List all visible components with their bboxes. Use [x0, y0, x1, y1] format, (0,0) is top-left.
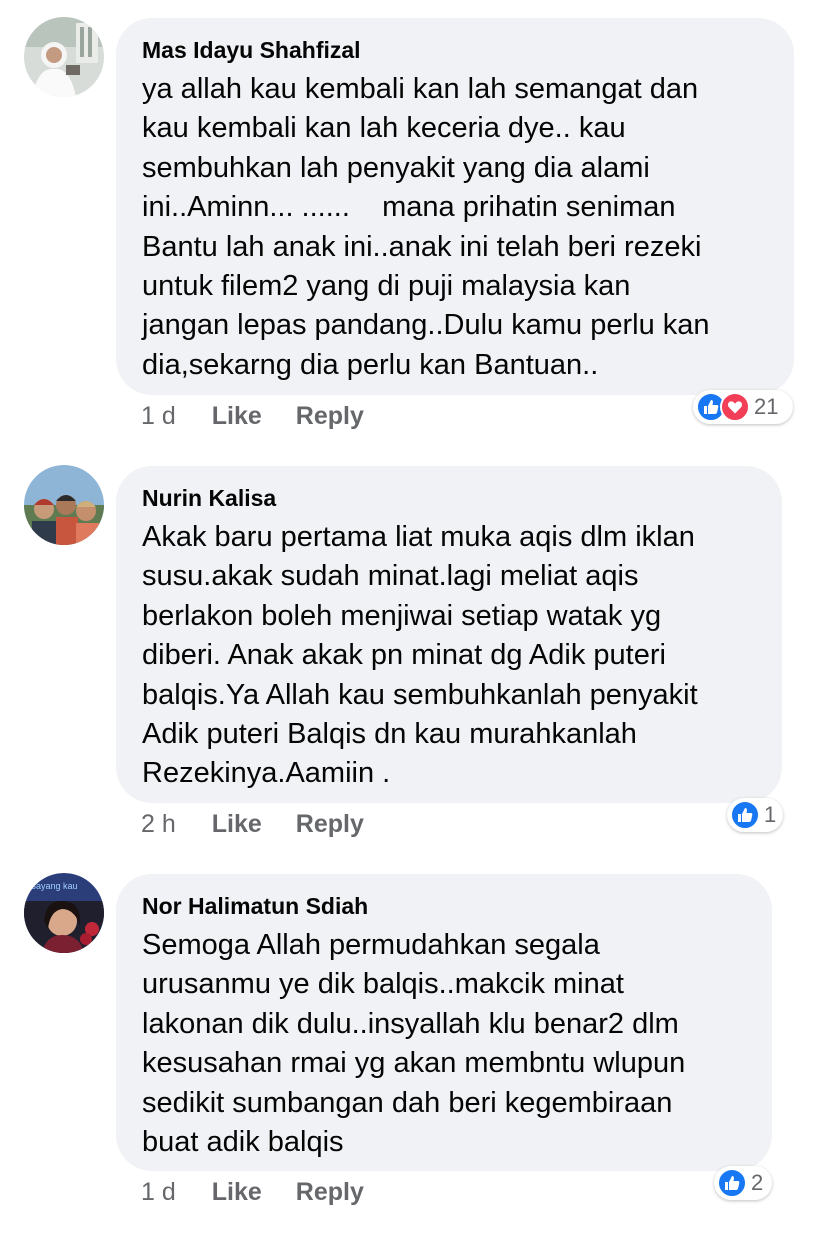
- reaction-count: 1: [764, 802, 777, 827]
- comment-bubble: Nor Halimatun Sdiah Semoga Allah permuda…: [116, 874, 772, 1171]
- like-icon: [717, 1168, 747, 1198]
- comment-timestamp[interactable]: 2 h: [141, 810, 176, 839]
- like-button[interactable]: Like: [212, 402, 262, 431]
- comment-text: ya allah kau kembali kan lah semangat da…: [142, 73, 710, 381]
- love-icon: [720, 392, 750, 422]
- reply-button[interactable]: Reply: [296, 1178, 364, 1207]
- comment-timestamp[interactable]: 1 d: [141, 402, 176, 431]
- reaction-count: 21: [754, 394, 779, 419]
- comment-actions: 2 h Like Reply: [141, 810, 364, 839]
- comment-author[interactable]: Mas Idayu Shahfizal: [142, 36, 768, 64]
- comment-text: Akak baru pertama liat muka aqis dlm ikl…: [142, 521, 698, 790]
- like-button[interactable]: Like: [212, 1178, 262, 1207]
- avatar[interactable]: [24, 17, 104, 97]
- avatar[interactable]: Sayang kau: [24, 873, 104, 953]
- comment-actions: 1 d Like Reply: [141, 402, 364, 431]
- comment-author[interactable]: Nurin Kalisa: [142, 484, 756, 512]
- comment-bubble: Nurin Kalisa Akak baru pertama liat muka…: [116, 466, 782, 803]
- reaction-summary[interactable]: 21: [693, 390, 793, 424]
- like-icon: [730, 800, 760, 830]
- avatar-caption: Sayang kau: [30, 881, 78, 891]
- reply-button[interactable]: Reply: [296, 402, 364, 431]
- comment-text: Semoga Allah permudahkan segala urusanmu…: [142, 929, 686, 1159]
- comment-author[interactable]: Nor Halimatun Sdiah: [142, 892, 746, 920]
- comment-actions: 1 d Like Reply: [141, 1178, 364, 1207]
- like-button[interactable]: Like: [212, 810, 262, 839]
- reaction-summary[interactable]: 2: [714, 1166, 772, 1200]
- comment-bubble: Mas Idayu Shahfizal ya allah kau kembali…: [116, 18, 794, 395]
- comment-timestamp[interactable]: 1 d: [141, 1178, 176, 1207]
- reaction-count: 2: [751, 1170, 764, 1195]
- reply-button[interactable]: Reply: [296, 810, 364, 839]
- reaction-summary[interactable]: 1: [727, 798, 783, 832]
- avatar[interactable]: [24, 465, 104, 545]
